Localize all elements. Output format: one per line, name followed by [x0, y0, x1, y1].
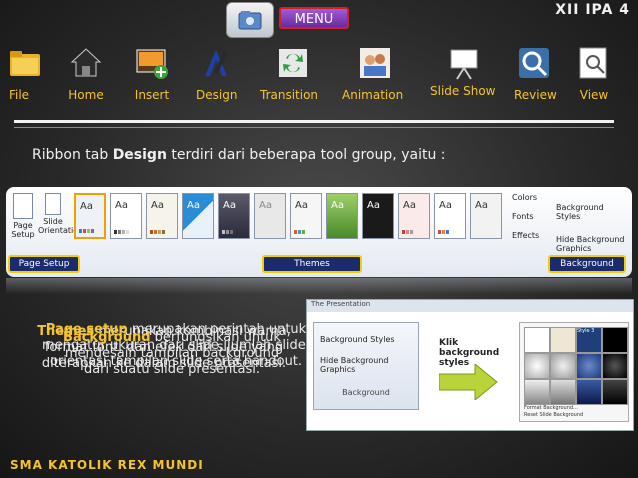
- theme-thumb[interactable]: Aa: [362, 193, 394, 239]
- nav-label: Design: [196, 88, 238, 102]
- theme-thumb[interactable]: Aa: [434, 193, 466, 239]
- style-tile[interactable]: [602, 353, 628, 379]
- intro-text: Ribbon tab Design terdiri dari beberapa …: [32, 147, 446, 163]
- intro-prefix: Ribbon tab: [32, 147, 113, 163]
- nav-item-design[interactable]: Design: [196, 46, 238, 102]
- style-tile[interactable]: [550, 327, 576, 353]
- theme-thumb[interactable]: Aa: [218, 193, 250, 239]
- reset-background-option[interactable]: Reset Slide Background: [524, 412, 583, 418]
- nav-label: Slide Show: [430, 84, 496, 98]
- nav-item-insert[interactable]: Insert: [132, 46, 172, 102]
- group-label-background: Background: [548, 255, 626, 273]
- group-label-themes: Themes: [262, 255, 362, 273]
- background-group-label: Background: [342, 388, 390, 397]
- background-group: Background Styles Hide Background Graphi…: [313, 322, 419, 410]
- divider: [14, 127, 614, 128]
- nav-item-file[interactable]: File: [6, 46, 44, 102]
- style-tile[interactable]: [524, 327, 550, 353]
- page-setup-button[interactable]: Page Setup: [8, 193, 38, 239]
- background-styles-screenshot: The Presentation Background Styles Hide …: [306, 299, 634, 431]
- background-styles-button[interactable]: Background Styles: [314, 331, 418, 348]
- nav-label: Insert: [134, 88, 170, 102]
- projector-icon: [447, 46, 481, 80]
- nav-item-view[interactable]: View: [576, 46, 612, 102]
- school-footer: SMA KATOLIK REX MUNDI: [10, 458, 204, 472]
- style-tile-selected[interactable]: Style 3: [576, 327, 602, 353]
- menu-home-icon[interactable]: [226, 2, 274, 38]
- theme-thumb[interactable]: Aa: [110, 193, 142, 239]
- themes-gallery: Aa Aa Aa Aa Aa Aa Aa Aa Aa Aa Aa Aa: [74, 193, 510, 247]
- view-icon: [577, 46, 611, 80]
- theme-thumb[interactable]: Aa: [290, 193, 322, 239]
- background-styles-gallery: Style 3 Format Background... Reset Slide…: [519, 322, 629, 422]
- nav-label: Review: [514, 88, 557, 102]
- nav-item-review[interactable]: Review: [514, 46, 557, 102]
- ribbon-reflection: [6, 278, 632, 294]
- group-label-page-setup: Page Setup: [8, 255, 80, 273]
- review-icon: [517, 46, 551, 80]
- menu-button[interactable]: MENU: [279, 7, 349, 29]
- right-arrow-icon: [439, 364, 498, 400]
- class-tag: XII IPA 4: [555, 2, 630, 18]
- page-icon: [13, 193, 33, 219]
- theme-thumb[interactable]: Aa: [182, 193, 214, 239]
- design-ribbon: Page Setup Slide Orientation Aa Aa Aa Aa…: [6, 187, 632, 277]
- hide-background-checkbox[interactable]: Hide Background Graphics: [314, 352, 418, 378]
- home-icon: [69, 46, 103, 80]
- theme-thumb[interactable]: Aa: [398, 193, 430, 239]
- theme-thumb[interactable]: Aa: [74, 193, 106, 239]
- intro-suffix: terdiri dari beberapa tool group, yaitu …: [166, 147, 446, 163]
- panel-title-bar: The Presentation: [307, 300, 633, 312]
- intro-bold: Design: [112, 147, 167, 163]
- insert-image-icon: [135, 46, 169, 80]
- orientation-icon: [45, 193, 61, 215]
- nav-label: Transition: [260, 88, 319, 102]
- transition-icon: [276, 46, 310, 80]
- fonts-button[interactable]: Fonts: [512, 212, 539, 221]
- nav-item-transition[interactable]: Transition: [260, 46, 318, 102]
- animation-icon: [358, 46, 392, 80]
- divider: [14, 120, 614, 123]
- nav-label: View: [579, 88, 609, 102]
- effects-button[interactable]: Effects: [512, 231, 539, 240]
- design-icon: [199, 46, 233, 80]
- background-options: Background Styles Hide Background Graphi…: [556, 193, 630, 253]
- nav-item-home[interactable]: Home: [66, 46, 106, 102]
- nav-item-animation[interactable]: Animation: [342, 46, 403, 102]
- slide-orientation-button[interactable]: Slide Orientation: [38, 193, 83, 235]
- style-tile[interactable]: [602, 327, 628, 353]
- nav-label: Home: [68, 88, 104, 102]
- nav-item-slide-show[interactable]: Slide Show: [430, 46, 495, 98]
- style-tile[interactable]: [550, 379, 576, 405]
- theme-options: Colors Fonts Effects: [512, 193, 539, 240]
- style-tile[interactable]: [524, 353, 550, 379]
- format-background-option[interactable]: Format Background...: [524, 405, 578, 411]
- colors-button[interactable]: Colors: [512, 193, 539, 202]
- folder-icon: [8, 46, 42, 80]
- style-tile[interactable]: [550, 353, 576, 379]
- style-tile[interactable]: [524, 379, 550, 405]
- nav-label: Animation: [342, 88, 404, 102]
- theme-thumb[interactable]: Aa: [326, 193, 358, 239]
- theme-thumb[interactable]: Aa: [470, 193, 502, 239]
- theme-thumb[interactable]: Aa: [146, 193, 178, 239]
- style-tile[interactable]: [576, 379, 602, 405]
- hide-background-checkbox[interactable]: Hide Background Graphics: [556, 235, 630, 253]
- style-tile[interactable]: [602, 379, 628, 405]
- nav-label: File: [8, 88, 30, 102]
- style-tile[interactable]: [576, 353, 602, 379]
- background-styles-button[interactable]: Background Styles: [556, 203, 630, 221]
- theme-thumb[interactable]: Aa: [254, 193, 286, 239]
- background-description: Background berfungsikan untuk mendesain …: [63, 330, 281, 377]
